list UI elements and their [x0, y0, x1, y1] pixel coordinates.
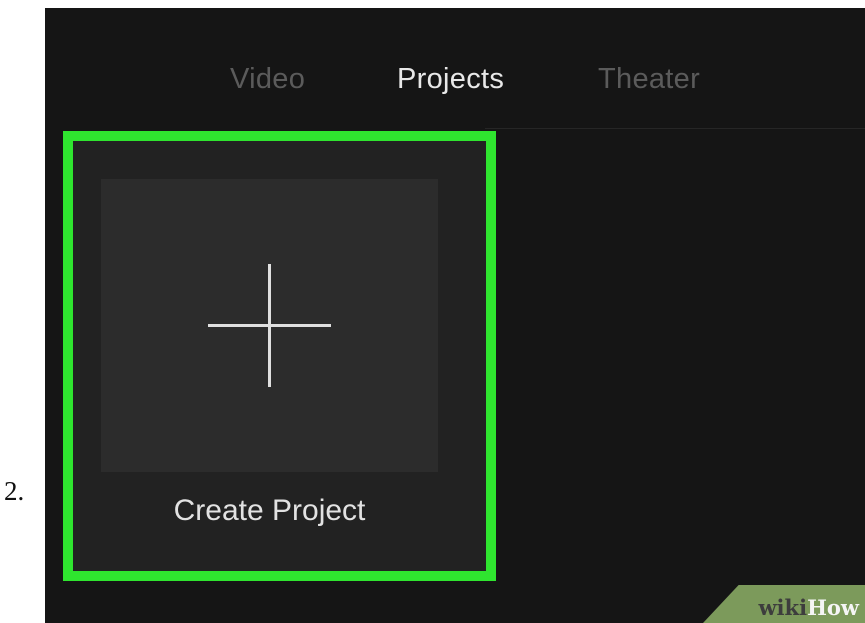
app-screen: Video Projects Theater Create Project wi…: [45, 8, 865, 623]
plus-icon: [208, 264, 331, 387]
wikihow-logo-text: wikiHow: [758, 597, 859, 618]
tab-video[interactable]: Video: [230, 63, 305, 96]
wikihow-how: How: [807, 595, 859, 620]
tab-divider: [485, 128, 865, 129]
create-project-label: Create Project: [173, 494, 366, 527]
step-number: 2.: [4, 476, 25, 506]
tab-projects[interactable]: Projects: [397, 63, 504, 96]
create-project-thumbnail[interactable]: [101, 179, 438, 472]
tab-theater[interactable]: Theater: [598, 63, 700, 96]
create-project-card[interactable]: Create Project: [63, 131, 496, 581]
wikihow-logo: wikiHow: [703, 585, 865, 623]
wikihow-wiki: wiki: [758, 595, 808, 620]
tab-bar: Video Projects Theater: [45, 8, 865, 128]
